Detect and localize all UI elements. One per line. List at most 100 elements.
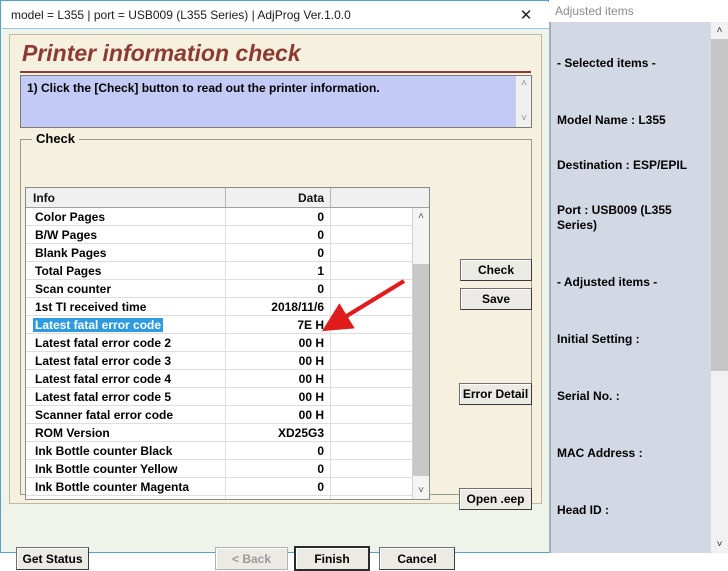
table-row[interactable]: Ink Bottle counter Magenta 0 — [26, 478, 412, 496]
cell-info: Ink Bottle counter Black — [26, 442, 226, 459]
cell-blank — [331, 298, 412, 315]
table-row[interactable]: Scanner fatal error code 00 H — [26, 406, 412, 424]
check-groupbox-label: Check — [32, 131, 80, 146]
cell-info: Latest fatal error code — [26, 316, 226, 333]
window-titlebar: model = L355 | port = USB009 (L355 Serie… — [2, 2, 549, 29]
serial-no-text: Serial No. : — [557, 389, 620, 403]
table-scrollbar[interactable]: ˄ ˅ — [412, 208, 429, 499]
cell-info: Ink Bottle counter Magenta — [26, 478, 226, 495]
check-button[interactable]: Check — [460, 259, 532, 281]
instruction-scrollbar[interactable]: ˄ ˅ — [515, 76, 531, 127]
column-header-data[interactable]: Data — [226, 188, 331, 207]
table-row[interactable]: ROM Version XD25G3 — [26, 424, 412, 442]
printer-info-table[interactable]: Info Data Color Pages 0 B/W Pages 0 Blank Pa… — [25, 187, 430, 500]
cell-blank — [331, 244, 412, 261]
table-row[interactable]: Latest fatal error code 7E H — [26, 316, 412, 334]
page-title-rule — [20, 71, 531, 73]
destination-text: Destination : ESP/EPIL — [557, 158, 688, 172]
scroll-up-icon[interactable]: ˄ — [413, 208, 429, 225]
table-row[interactable]: Scan counter 0 — [26, 280, 412, 298]
cell-data: 0 — [226, 478, 331, 495]
scroll-up-icon[interactable]: ˄ — [516, 76, 532, 92]
table-row[interactable]: Latest fatal error code 4 00 H — [26, 370, 412, 388]
cell-blank — [331, 226, 412, 243]
adjusted-items-content: - Selected items - Model Name : L355 Des… — [551, 22, 711, 553]
cell-info: Latest fatal error code 3 — [26, 352, 226, 369]
table-row[interactable]: Ink Bottle counter Black 0 — [26, 442, 412, 460]
error-detail-button[interactable]: Error Detail — [459, 383, 532, 405]
cell-info: Scan counter — [26, 280, 226, 297]
cell-blank — [331, 388, 412, 405]
table-row[interactable]: Ink Bottle counter Cyan0 — [26, 496, 412, 499]
scroll-down-icon[interactable]: ˅ — [711, 536, 728, 553]
column-header-blank[interactable] — [331, 188, 415, 207]
cell-info: Total Pages — [26, 262, 226, 279]
close-icon[interactable]: ✕ — [509, 3, 543, 27]
cell-blank — [331, 208, 412, 225]
wizard-page: Printer information check 1) Click the [… — [9, 34, 542, 510]
save-button[interactable]: Save — [460, 288, 532, 310]
port-text: Port : USB009 (L355 Series) — [557, 203, 676, 232]
cell-blank — [331, 442, 412, 459]
table-row[interactable]: B/W Pages 0 — [26, 226, 412, 244]
model-name-text: Model Name : L355 — [557, 113, 666, 127]
cell-data: XD25G3 — [226, 424, 331, 441]
cell-info: Scanner fatal error code — [26, 406, 226, 423]
table-row[interactable]: Color Pages 0 — [26, 208, 412, 226]
cell-data: 00 H — [226, 334, 331, 351]
cell-data: 0 — [226, 442, 331, 459]
page-title: Printer information check — [22, 40, 301, 66]
scrollbar-thumb[interactable] — [711, 39, 728, 371]
cell-blank — [331, 478, 412, 495]
cell-blank — [331, 370, 412, 387]
cell-blank — [331, 352, 412, 369]
cell-info: Latest fatal error code 4 — [26, 370, 226, 387]
table-row[interactable]: Latest fatal error code 2 00 H — [26, 334, 412, 352]
column-header-info[interactable]: Info — [26, 188, 226, 207]
cell-blank — [331, 460, 412, 477]
adjusted-items-title: Adjusted items — [549, 0, 728, 22]
cell-blank — [331, 280, 412, 297]
cell-data: 00 H — [226, 370, 331, 387]
scroll-up-icon[interactable]: ˄ — [711, 22, 728, 39]
table-row[interactable]: 1st TI received time 2018/11/6 — [26, 298, 412, 316]
scrollbar-thumb[interactable] — [413, 264, 429, 476]
cell-blank — [331, 316, 412, 333]
cell-info: Ink Bottle counter Cyan — [26, 496, 226, 499]
cell-info: 1st TI received time — [26, 298, 226, 315]
cell-data: 0 — [226, 208, 331, 225]
scroll-down-icon[interactable]: ˅ — [413, 482, 429, 499]
window-body: Printer information check 1) Click the [… — [2, 29, 549, 571]
cell-data: 2018/11/6 — [226, 298, 331, 315]
cell-info: Blank Pages — [26, 244, 226, 261]
finish-button[interactable]: Finish — [294, 546, 370, 571]
cell-data: 00 H — [226, 388, 331, 405]
scroll-down-icon[interactable]: ˅ — [516, 111, 532, 127]
table-row[interactable]: Latest fatal error code 5 00 H — [26, 388, 412, 406]
open-eep-button[interactable]: Open .eep — [459, 488, 532, 510]
head-id-text: Head ID : — [557, 503, 610, 517]
get-status-button[interactable]: Get Status — [16, 547, 89, 570]
back-button: < Back — [215, 547, 288, 570]
adjusted-items-scrollbar[interactable]: ˄ ˅ — [711, 22, 728, 553]
cancel-button[interactable]: Cancel — [379, 547, 455, 570]
cell-blank — [331, 262, 412, 279]
adjusted-items-panel: Adjusted items - Selected items - Model … — [549, 0, 728, 553]
adjusted-items-header: - Adjusted items - — [557, 275, 658, 289]
mac-address-text: MAC Address : — [557, 446, 643, 460]
instruction-text: 1) Click the [Check] button to read out … — [27, 81, 380, 95]
cell-data: 0 — [226, 496, 331, 499]
table-row[interactable]: Latest fatal error code 3 00 H — [26, 352, 412, 370]
table-row[interactable]: Total Pages 1 — [26, 262, 412, 280]
cell-blank — [331, 424, 412, 441]
table-row[interactable]: Ink Bottle counter Yellow 0 — [26, 460, 412, 478]
cell-blank — [331, 406, 412, 423]
selected-items-header: - Selected items - — [557, 56, 656, 70]
window-title: model = L355 | port = USB009 (L355 Serie… — [11, 8, 351, 22]
cell-blank — [331, 496, 412, 499]
cell-info: Color Pages — [26, 208, 226, 225]
screen: model = L355 | port = USB009 (L355 Serie… — [0, 0, 728, 571]
cell-data: 0 — [226, 280, 331, 297]
table-row[interactable]: Blank Pages 0 — [26, 244, 412, 262]
cell-info: B/W Pages — [26, 226, 226, 243]
